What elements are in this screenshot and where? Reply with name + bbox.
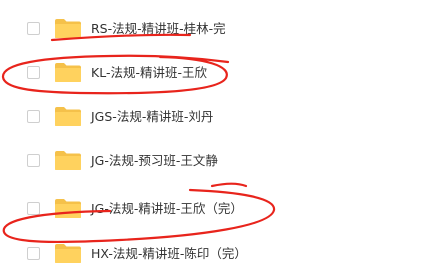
file-name[interactable]: RS-法规-精讲班-桂林-完	[91, 21, 226, 37]
folder-icon	[54, 243, 82, 264]
file-row[interactable]: KL-法规-精讲班-王欣	[0, 50, 433, 94]
file-row[interactable]: RS-法规-精讲班-桂林-完	[0, 6, 433, 50]
file-row[interactable]: JG-法规-预习班-王文静	[0, 138, 433, 182]
row-checkbox[interactable]	[27, 202, 40, 215]
file-name[interactable]: KL-法规-精讲班-王欣	[91, 65, 207, 81]
folder-icon	[54, 150, 82, 171]
file-row[interactable]: HX-法规-精讲班-陈印（完）	[0, 231, 433, 275]
file-name[interactable]: HX-法规-精讲班-陈印（完）	[91, 246, 247, 262]
row-checkbox[interactable]	[27, 110, 40, 123]
file-list: RS-法规-精讲班-桂林-完 KL-法规-精讲班-王欣 JGS-法规-精讲班-刘…	[0, 0, 433, 275]
folder-icon	[54, 18, 82, 39]
row-checkbox[interactable]	[27, 154, 40, 167]
folder-icon	[54, 62, 82, 83]
folder-icon	[54, 106, 82, 127]
file-name[interactable]: JG-法规-预习班-王文静	[91, 153, 218, 169]
row-checkbox[interactable]	[27, 22, 40, 35]
row-checkbox[interactable]	[27, 247, 40, 260]
folder-icon	[54, 198, 82, 219]
file-row[interactable]: JG-法规-精讲班-王欣（完）	[0, 186, 433, 230]
file-name[interactable]: JGS-法规-精讲班-刘丹	[91, 109, 213, 125]
file-row[interactable]: JGS-法规-精讲班-刘丹	[0, 94, 433, 138]
row-checkbox[interactable]	[27, 66, 40, 79]
file-name[interactable]: JG-法规-精讲班-王欣（完）	[91, 201, 243, 217]
